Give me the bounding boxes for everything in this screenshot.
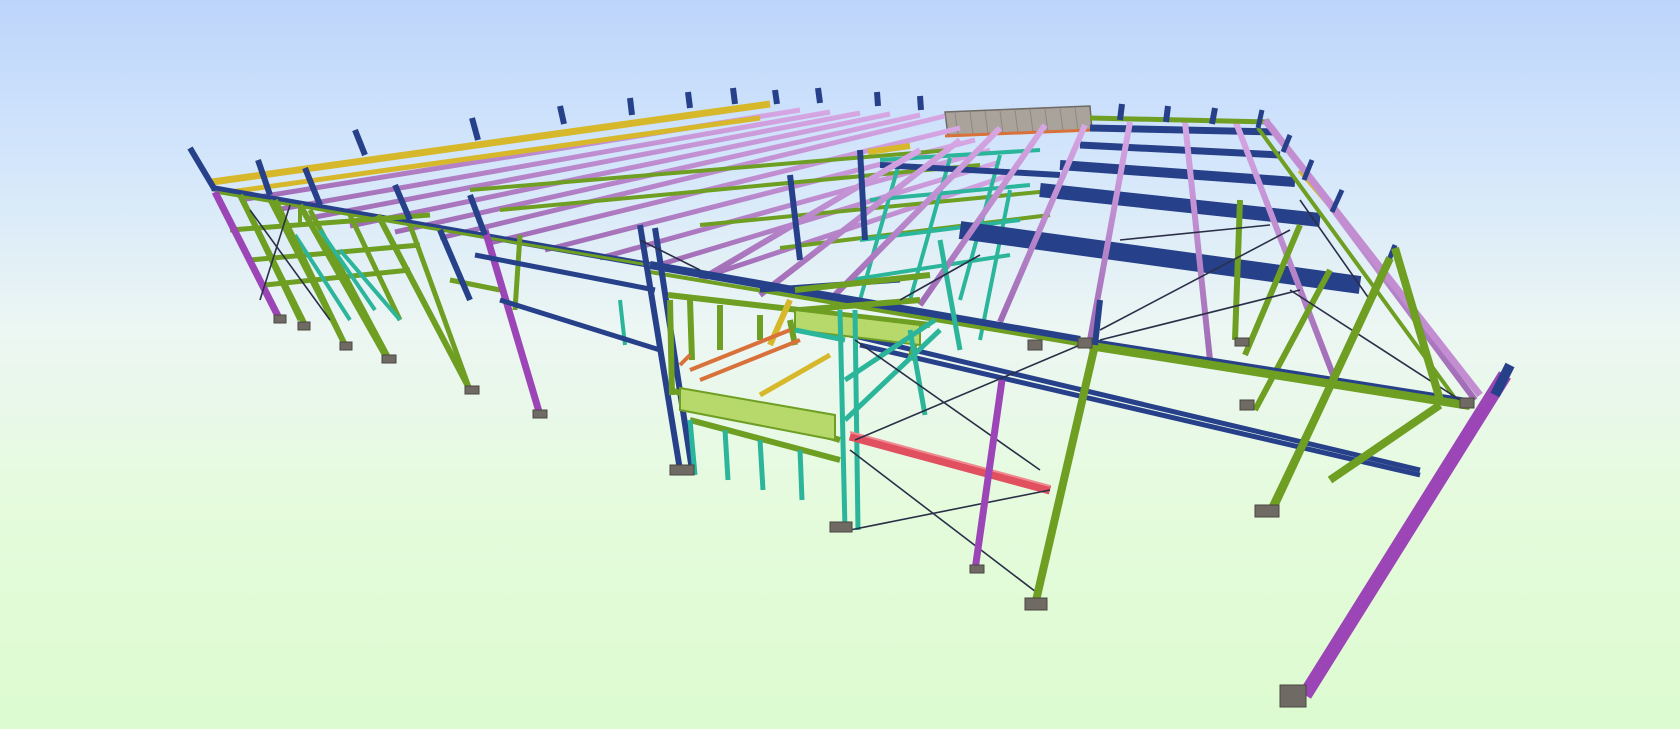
steel-structure-model[interactable] (0, 0, 1680, 729)
roof-deck-panel (944, 105, 1093, 138)
orange-frame-beams (678, 328, 801, 382)
3d-model-viewport[interactable] (0, 0, 1680, 729)
red-beam (848, 431, 1052, 495)
mezzanine-lime-panels (679, 298, 921, 442)
